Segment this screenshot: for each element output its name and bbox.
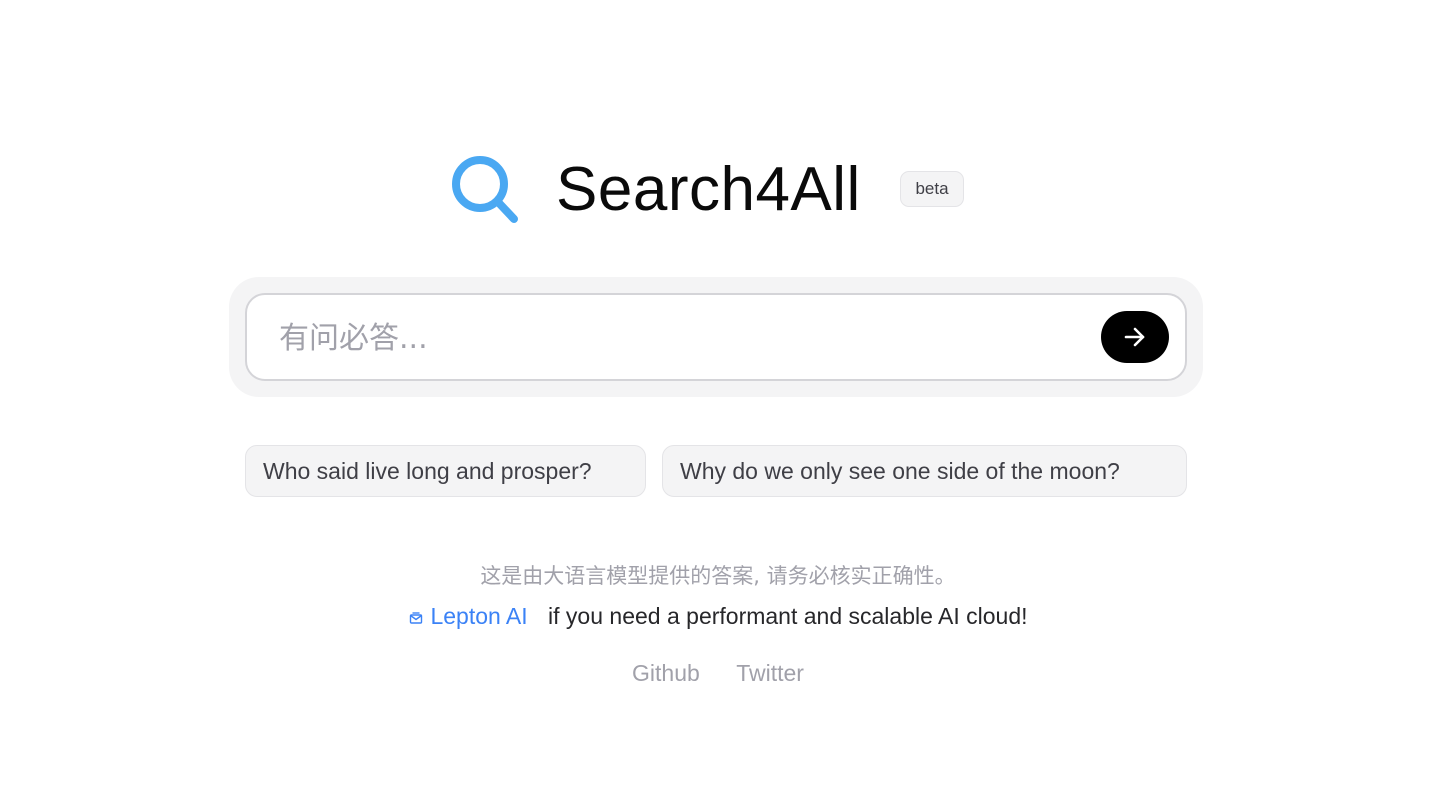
lepton-ai-link[interactable]: Lepton AI xyxy=(408,603,534,629)
arrow-right-icon xyxy=(1124,327,1145,347)
github-link[interactable]: Github xyxy=(632,660,700,686)
promo-line: Lepton AI if you need a performant and s… xyxy=(0,601,1436,631)
search-container xyxy=(229,277,1203,397)
logo-row: Search4All beta xyxy=(0,150,1436,230)
search-box xyxy=(245,293,1187,381)
promo-text: if you need a performant and scalable AI… xyxy=(548,603,1028,629)
mail-icon xyxy=(410,612,423,624)
suggestion-chip-moon[interactable]: Why do we only see one side of the moon? xyxy=(662,445,1187,497)
lepton-ai-label: Lepton AI xyxy=(430,603,528,629)
beta-badge: beta xyxy=(900,171,964,207)
twitter-link[interactable]: Twitter xyxy=(736,660,804,686)
disclaimer-text: 这是由大语言模型提供的答案, 请务必核实正确性。 xyxy=(480,564,956,588)
suggestion-chip-live-long[interactable]: Who said live long and prosper? xyxy=(245,445,646,497)
footer-links: Github Twitter xyxy=(0,658,1436,688)
brand-title: Search4All xyxy=(556,155,861,224)
submit-button[interactable] xyxy=(1101,311,1169,363)
page: Search4All beta Who said live long and p… xyxy=(0,0,1436,806)
search-icon xyxy=(452,156,518,223)
search-input[interactable] xyxy=(277,309,1081,367)
